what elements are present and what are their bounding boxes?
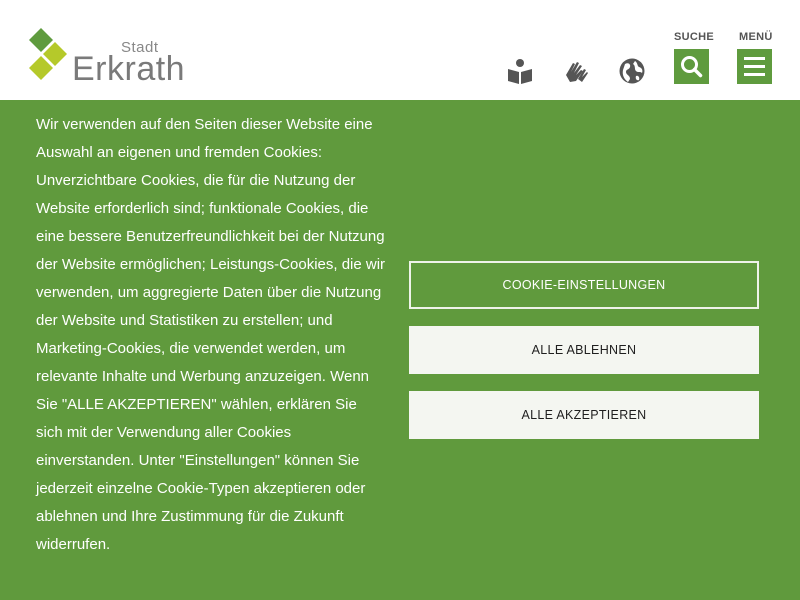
site-logo[interactable]: Stadt Erkrath bbox=[28, 28, 198, 88]
hamburger-icon bbox=[744, 57, 765, 76]
cookie-settings-button[interactable]: COOKIE-EINSTELLUNGEN bbox=[409, 261, 759, 309]
cookie-banner: Wir verwenden auf den Seiten dieser Webs… bbox=[0, 100, 800, 600]
logo-name: Erkrath bbox=[72, 50, 186, 88]
site-header: Stadt Erkrath SUCHE MENÜ bbox=[0, 0, 800, 100]
menu-button[interactable] bbox=[737, 49, 772, 84]
menu-label: MENÜ bbox=[739, 31, 773, 43]
cookie-text: Wir verwenden auf den Seiten dieser Webs… bbox=[36, 116, 386, 553]
reject-all-button[interactable]: ALLE ABLEHNEN bbox=[409, 326, 759, 374]
sign-language-icon[interactable] bbox=[562, 57, 590, 85]
reading-icon[interactable] bbox=[506, 57, 534, 85]
search-label: SUCHE bbox=[674, 31, 715, 43]
accept-all-button[interactable]: ALLE AKZEPTIEREN bbox=[409, 391, 759, 439]
search-button[interactable] bbox=[674, 49, 709, 84]
search-icon bbox=[681, 56, 703, 78]
globe-icon[interactable] bbox=[618, 57, 646, 85]
logo-mark-icon bbox=[29, 28, 67, 80]
